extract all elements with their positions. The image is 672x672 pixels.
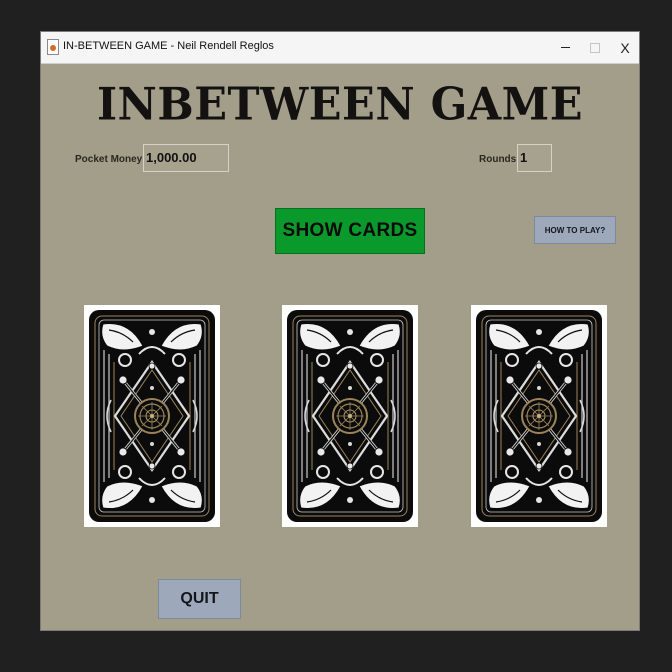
card-back-image xyxy=(287,310,413,522)
close-icon: X xyxy=(620,39,630,56)
maximize-icon xyxy=(590,42,600,53)
close-button[interactable]: X xyxy=(609,32,639,63)
card-back-image xyxy=(476,310,602,522)
card-left xyxy=(84,305,220,527)
maximize-button[interactable] xyxy=(579,32,611,63)
rounds-field[interactable]: 1 xyxy=(517,144,552,172)
quit-button[interactable]: QUIT xyxy=(158,579,241,619)
minimize-button[interactable] xyxy=(549,32,581,63)
show-cards-button[interactable]: SHOW CARDS xyxy=(275,208,425,254)
minimize-icon xyxy=(560,46,570,49)
window-title: IN-BETWEEN GAME - Neil Rendell Reglos xyxy=(63,40,274,52)
card-right xyxy=(471,305,607,527)
java-app-icon xyxy=(47,39,59,55)
title-bar[interactable]: IN-BETWEEN GAME - Neil Rendell Reglos X xyxy=(41,32,639,64)
card-back-image xyxy=(89,310,215,522)
game-heading: INBETWEEN GAME xyxy=(96,78,584,132)
pocket-money-label: Pocket Money: xyxy=(75,154,146,165)
game-window: IN-BETWEEN GAME - Neil Rendell Reglos X … xyxy=(40,31,640,631)
rounds-label: Rounds: xyxy=(479,154,520,165)
pocket-money-field[interactable]: 1,000.00 xyxy=(143,144,229,172)
card-middle xyxy=(282,305,418,527)
how-to-play-button[interactable]: HOW TO PLAY? xyxy=(534,216,616,244)
